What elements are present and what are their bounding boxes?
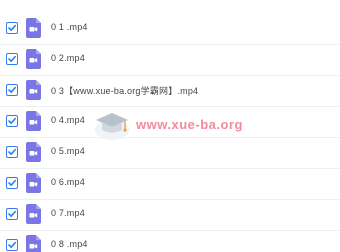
row-checkbox[interactable] [6, 177, 18, 189]
row-checkbox[interactable] [6, 115, 18, 127]
file-list: 0 1 .mp4 0 2.mp4 0 3【www.xue-ba.org学霸网】.… [0, 0, 340, 252]
checkmark-icon [8, 117, 16, 124]
file-name[interactable]: 0 7.mp4 [51, 208, 85, 218]
file-name[interactable]: 0 5.mp4 [51, 146, 85, 156]
row-checkbox[interactable] [6, 239, 18, 251]
file-name[interactable]: 0 1 .mp4 [51, 22, 88, 32]
checkmark-icon [8, 241, 16, 248]
checkmark-icon [8, 86, 16, 93]
video-file-icon [26, 173, 41, 193]
checkmark-icon [8, 210, 16, 217]
file-row[interactable]: 0 1 .mp4 [0, 14, 340, 45]
video-file-icon [26, 235, 41, 252]
file-row[interactable]: 0 2.mp4 [0, 45, 340, 76]
file-name[interactable]: 0 6.mp4 [51, 177, 85, 187]
graduation-cap-icon [95, 113, 129, 140]
file-name[interactable]: 0 4.mp4 [51, 115, 85, 125]
watermark-text: www.xue-ba.org [136, 117, 243, 132]
row-checkbox[interactable] [6, 22, 18, 34]
video-file-icon [26, 49, 41, 69]
file-row[interactable]: 0 6.mp4 [0, 169, 340, 200]
file-row[interactable]: 0 3【www.xue-ba.org学霸网】.mp4 [0, 76, 340, 107]
checkmark-icon [8, 24, 16, 31]
checkmark-icon [8, 148, 16, 155]
file-row[interactable]: 0 7.mp4 [0, 200, 340, 231]
checkmark-icon [8, 55, 16, 62]
file-name[interactable]: 0 8 .mp4 [51, 239, 88, 249]
checkmark-icon [8, 179, 16, 186]
video-file-icon [26, 142, 41, 162]
row-checkbox[interactable] [6, 208, 18, 220]
video-file-icon [26, 80, 41, 100]
file-name[interactable]: 0 2.mp4 [51, 53, 85, 63]
video-file-icon [26, 204, 41, 224]
video-file-icon [26, 111, 41, 131]
row-checkbox[interactable] [6, 53, 18, 65]
watermark: www.xue-ba.org [92, 108, 252, 144]
file-row[interactable]: 0 8 .mp4 [0, 231, 340, 252]
video-file-icon [26, 18, 41, 38]
file-name[interactable]: 0 3【www.xue-ba.org学霸网】.mp4 [51, 84, 198, 97]
row-checkbox[interactable] [6, 146, 18, 158]
row-checkbox[interactable] [6, 84, 18, 96]
